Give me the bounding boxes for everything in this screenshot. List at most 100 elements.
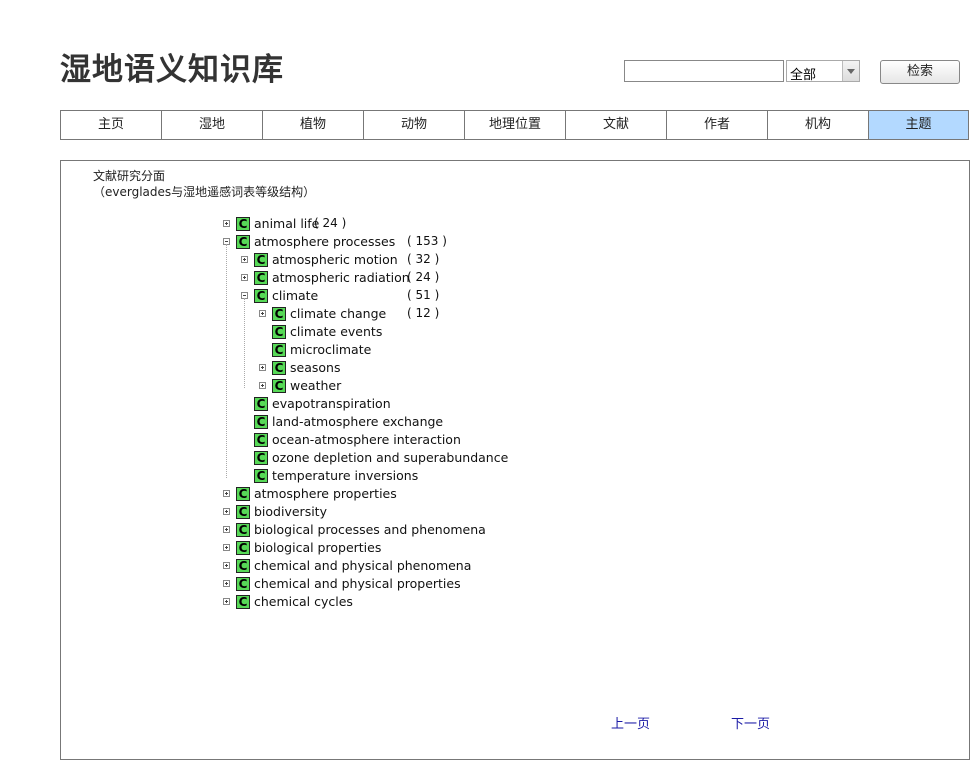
tree-node[interactable]: biological properties bbox=[254, 540, 381, 556]
expand-icon[interactable] bbox=[223, 526, 230, 533]
tree-node-label[interactable]: climate events bbox=[290, 324, 382, 339]
nav-item-animals[interactable]: 动物 bbox=[364, 111, 465, 139]
prev-page-link[interactable]: 上一页 bbox=[611, 713, 650, 732]
concept-icon: C bbox=[236, 217, 250, 231]
expand-icon[interactable] bbox=[223, 544, 230, 551]
tree-node-label[interactable]: chemical and physical properties bbox=[254, 576, 461, 591]
tree-node-label[interactable]: biological properties bbox=[254, 540, 381, 555]
expand-icon[interactable] bbox=[223, 508, 230, 515]
tree-node-label[interactable]: weather bbox=[290, 378, 341, 393]
nav-item-institutions[interactable]: 机构 bbox=[768, 111, 869, 139]
tree-node[interactable]: evapotranspiration bbox=[272, 396, 391, 412]
tree-node-label[interactable]: atmosphere properties bbox=[254, 486, 397, 501]
tree-node-label[interactable]: temperature inversions bbox=[272, 468, 418, 483]
tree-node[interactable]: ocean-atmosphere interaction bbox=[272, 432, 461, 448]
expand-icon[interactable] bbox=[241, 256, 248, 263]
tree-node-label[interactable]: microclimate bbox=[290, 342, 371, 357]
concept-icon: C bbox=[272, 379, 286, 393]
concept-icon: C bbox=[272, 325, 286, 339]
nav-item-wetland[interactable]: 湿地 bbox=[162, 111, 263, 139]
tree-node[interactable]: weather bbox=[290, 378, 341, 394]
expand-icon[interactable] bbox=[259, 382, 266, 389]
tree-node[interactable]: chemical and physical phenomena bbox=[254, 558, 471, 574]
tree-node-label[interactable]: chemical cycles bbox=[254, 594, 353, 609]
tree-node-count: ( 12 ) bbox=[407, 306, 440, 320]
concept-icon: C bbox=[236, 523, 250, 537]
nav-item-location[interactable]: 地理位置 bbox=[465, 111, 566, 139]
tree-node-label[interactable]: climate change bbox=[290, 306, 386, 321]
concept-icon: C bbox=[254, 415, 268, 429]
chevron-down-icon[interactable] bbox=[842, 61, 859, 81]
section-subtitle: （everglades与湿地遥感词表等级结构） bbox=[93, 185, 316, 199]
search-button[interactable]: 检索 bbox=[880, 60, 960, 84]
tree-node[interactable]: animal life bbox=[254, 216, 319, 232]
tree-node[interactable]: chemical cycles bbox=[254, 594, 353, 610]
next-page-link[interactable]: 下一页 bbox=[731, 713, 770, 732]
tree-node[interactable]: atmosphere properties bbox=[254, 486, 397, 502]
tree-node-label[interactable]: land-atmosphere exchange bbox=[272, 414, 443, 429]
tree-node[interactable]: land-atmosphere exchange bbox=[272, 414, 443, 430]
main-nav: 主页 湿地 植物 动物 地理位置 文献 作者 机构 主题 bbox=[60, 110, 969, 140]
tree-node-label[interactable]: climate bbox=[272, 288, 318, 303]
search-scope-value: 全部 bbox=[790, 68, 817, 83]
tree-node[interactable]: chemical and physical properties bbox=[254, 576, 461, 592]
concept-icon: C bbox=[254, 289, 268, 303]
tree-node-count: ( 24 ) bbox=[314, 216, 347, 230]
expand-icon[interactable] bbox=[223, 598, 230, 605]
nav-item-plants[interactable]: 植物 bbox=[263, 111, 364, 139]
tree-node[interactable]: microclimate bbox=[290, 342, 371, 358]
concept-icon: C bbox=[272, 307, 286, 321]
nav-item-home[interactable]: 主页 bbox=[61, 111, 162, 139]
tree-node-label[interactable]: biodiversity bbox=[254, 504, 327, 519]
tree-node-label[interactable]: seasons bbox=[290, 360, 340, 375]
expand-icon[interactable] bbox=[259, 310, 266, 317]
nav-item-topics[interactable]: 主题 bbox=[869, 111, 968, 139]
tree-node-label[interactable]: atmospheric radiation bbox=[272, 270, 410, 285]
tree-node[interactable]: climate bbox=[272, 288, 318, 304]
expand-icon[interactable] bbox=[223, 220, 230, 227]
tree-node-label[interactable]: chemical and physical phenomena bbox=[254, 558, 471, 573]
nav-item-authors[interactable]: 作者 bbox=[667, 111, 768, 139]
tree-node[interactable]: biological processes and phenomena bbox=[254, 522, 486, 538]
tree-node-count: ( 32 ) bbox=[407, 252, 440, 266]
tree-node[interactable]: atmosphere processes bbox=[254, 234, 395, 250]
tree-node[interactable]: biodiversity bbox=[254, 504, 327, 520]
concept-icon: C bbox=[236, 595, 250, 609]
tree-node-label[interactable]: ocean-atmosphere interaction bbox=[272, 432, 461, 447]
tree-node-label[interactable]: atmospheric motion bbox=[272, 252, 398, 267]
tree-node-count: ( 153 ) bbox=[407, 234, 447, 248]
tree-node[interactable]: ozone depletion and superabundance bbox=[272, 450, 508, 466]
search-input[interactable] bbox=[624, 60, 784, 82]
tree-guide-line bbox=[226, 244, 227, 478]
concept-icon: C bbox=[272, 343, 286, 357]
section-title: 文献研究分面 bbox=[93, 169, 166, 183]
concept-icon: C bbox=[254, 451, 268, 465]
expand-icon[interactable] bbox=[259, 364, 266, 371]
tree-node[interactable]: temperature inversions bbox=[272, 468, 418, 484]
expand-icon[interactable] bbox=[223, 490, 230, 497]
expand-icon[interactable] bbox=[223, 562, 230, 569]
concept-icon: C bbox=[254, 253, 268, 267]
site-title: 湿地语义知识库 bbox=[60, 52, 284, 88]
tree-node[interactable]: atmospheric motion bbox=[272, 252, 398, 268]
concept-icon: C bbox=[236, 487, 250, 501]
nav-item-literature[interactable]: 文献 bbox=[566, 111, 667, 139]
concept-icon: C bbox=[236, 541, 250, 555]
tree-node-label[interactable]: ozone depletion and superabundance bbox=[272, 450, 508, 465]
search-scope-select[interactable]: 全部 bbox=[786, 60, 860, 83]
concept-icon: C bbox=[236, 559, 250, 573]
tree-node-label[interactable]: atmosphere processes bbox=[254, 234, 395, 249]
expand-icon[interactable] bbox=[223, 580, 230, 587]
expand-icon[interactable] bbox=[241, 274, 248, 281]
tree-node[interactable]: atmospheric radiation bbox=[272, 270, 410, 286]
tree-node[interactable]: climate change bbox=[290, 306, 386, 322]
concept-icon: C bbox=[254, 397, 268, 411]
concept-icon: C bbox=[236, 577, 250, 591]
tree-node[interactable]: climate events bbox=[290, 324, 382, 340]
tree-node-label[interactable]: animal life bbox=[254, 216, 319, 231]
tree-node-count: ( 24 ) bbox=[407, 270, 440, 284]
concept-icon: C bbox=[254, 433, 268, 447]
tree-node[interactable]: seasons bbox=[290, 360, 340, 376]
tree-node-label[interactable]: biological processes and phenomena bbox=[254, 522, 486, 537]
tree-node-label[interactable]: evapotranspiration bbox=[272, 396, 391, 411]
